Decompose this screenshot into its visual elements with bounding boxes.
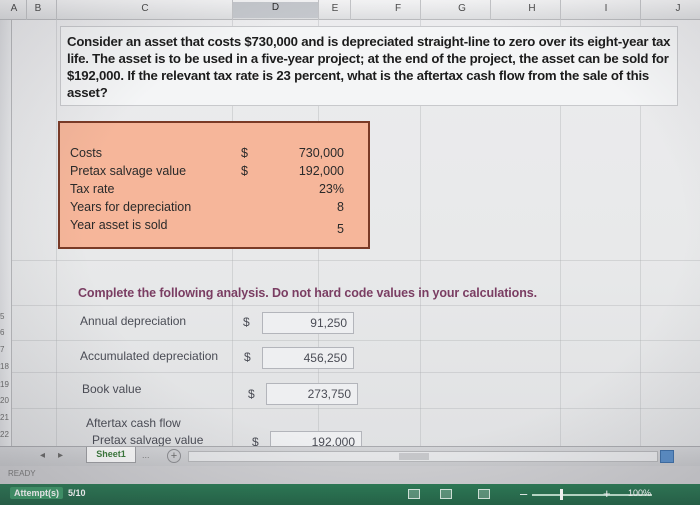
input-table: Costs $ 730,000 Pretax salvage value $ 1… — [58, 121, 370, 249]
pretax-salvage-label: Pretax salvage value — [92, 433, 204, 447]
annual-depreciation-dollar: $ — [243, 315, 250, 329]
input-value-years-depreciation[interactable]: 8 — [337, 200, 344, 214]
scrollbar-thumb[interactable] — [399, 453, 429, 460]
input-dollar-costs: $ — [241, 146, 248, 160]
row-header-18[interactable]: 18 — [0, 362, 12, 371]
aftertax-cash-flow-label: Aftertax cash flow — [86, 416, 181, 430]
input-label-year-sold: Year asset is sold — [70, 218, 168, 232]
next-sheet-icon[interactable]: ▸ — [58, 450, 63, 461]
page-break-icon[interactable] — [478, 489, 490, 499]
input-value-year-sold[interactable]: 5 — [337, 222, 344, 236]
row-header-21[interactable]: 21 — [0, 413, 12, 422]
row-header-20[interactable]: 20 — [0, 396, 12, 405]
zoom-level: 100% — [628, 488, 652, 498]
annual-depreciation-label: Annual depreciation — [80, 314, 187, 328]
more-sheets-icon[interactable]: ... — [142, 450, 150, 460]
instruction-text: Complete the following analysis. Do not … — [78, 286, 537, 300]
row-header-19[interactable]: 19 — [0, 380, 12, 389]
input-label-years-depreciation: Years for depreciation — [70, 200, 192, 214]
sheet-tab-strip: ◂ ▸ Sheet1 ... + — [0, 446, 700, 466]
normal-view-icon[interactable] — [408, 489, 420, 499]
row-header-7[interactable]: 7 — [0, 345, 12, 354]
column-header-j[interactable]: J — [668, 3, 688, 14]
attempts-value: 5/10 — [68, 488, 86, 498]
zoom-knob[interactable] — [560, 489, 563, 500]
row-header-6[interactable]: 6 — [0, 328, 12, 337]
zoom-out-icon[interactable]: – — [520, 486, 527, 501]
accumulated-depreciation-dollar: $ — [244, 350, 251, 364]
accumulated-depreciation-cell[interactable]: 456,250 — [262, 347, 354, 369]
column-header-d[interactable]: D — [233, 2, 318, 18]
column-header-h[interactable]: H — [522, 3, 542, 14]
input-value-tax-rate[interactable]: 23% — [319, 182, 344, 196]
input-label-tax-rate: Tax rate — [70, 182, 115, 196]
input-label-pretax-salvage: Pretax salvage value — [70, 164, 187, 178]
attempts-label: Attempt(s) — [10, 487, 63, 499]
status-ready: READY — [8, 469, 36, 478]
input-value-costs[interactable]: 730,000 — [299, 146, 344, 160]
column-header-g[interactable]: G — [452, 3, 472, 14]
input-label-costs: Costs — [70, 146, 102, 160]
bottom-bar: Attempt(s) 5/10 – + 100% — [0, 484, 700, 505]
scroll-right-button[interactable] — [660, 450, 674, 463]
row-header-strip: 5 6 7 18 19 20 21 22 — [0, 20, 12, 460]
sheet-tab-sheet1[interactable]: Sheet1 — [86, 447, 136, 463]
add-sheet-icon[interactable]: + — [167, 449, 181, 463]
column-header-i[interactable]: I — [596, 3, 616, 14]
column-header-e[interactable]: E — [325, 3, 345, 14]
column-header-c[interactable]: C — [135, 3, 155, 14]
input-value-pretax-salvage[interactable]: 192,000 — [299, 164, 344, 178]
column-header-bar: A B C D E F G H I J — [0, 0, 700, 20]
row-header-22[interactable]: 22 — [0, 430, 12, 439]
status-bar: READY — [0, 466, 700, 484]
annual-depreciation-cell[interactable]: 91,250 — [262, 312, 354, 334]
row-header-5[interactable]: 5 — [0, 312, 12, 321]
book-value-label: Book value — [82, 382, 142, 396]
prev-sheet-icon[interactable]: ◂ — [40, 450, 45, 461]
horizontal-scrollbar[interactable] — [188, 451, 658, 462]
page-layout-icon[interactable] — [440, 489, 452, 499]
input-dollar-pretax-salvage: $ — [241, 164, 248, 178]
spreadsheet: A B C D E F G H I J 5 6 7 18 19 20 21 22 — [0, 0, 700, 505]
column-header-b[interactable]: B — [28, 3, 48, 14]
book-value-dollar: $ — [248, 387, 255, 401]
book-value-cell[interactable]: 273,750 — [266, 383, 358, 405]
zoom-in-icon[interactable]: + — [603, 486, 611, 501]
question-text: Consider an asset that costs $730,000 an… — [60, 26, 678, 106]
column-header-a[interactable]: A — [4, 3, 24, 14]
column-header-f[interactable]: F — [388, 3, 408, 14]
accumulated-depreciation-label: Accumulated depreciation — [80, 349, 219, 363]
